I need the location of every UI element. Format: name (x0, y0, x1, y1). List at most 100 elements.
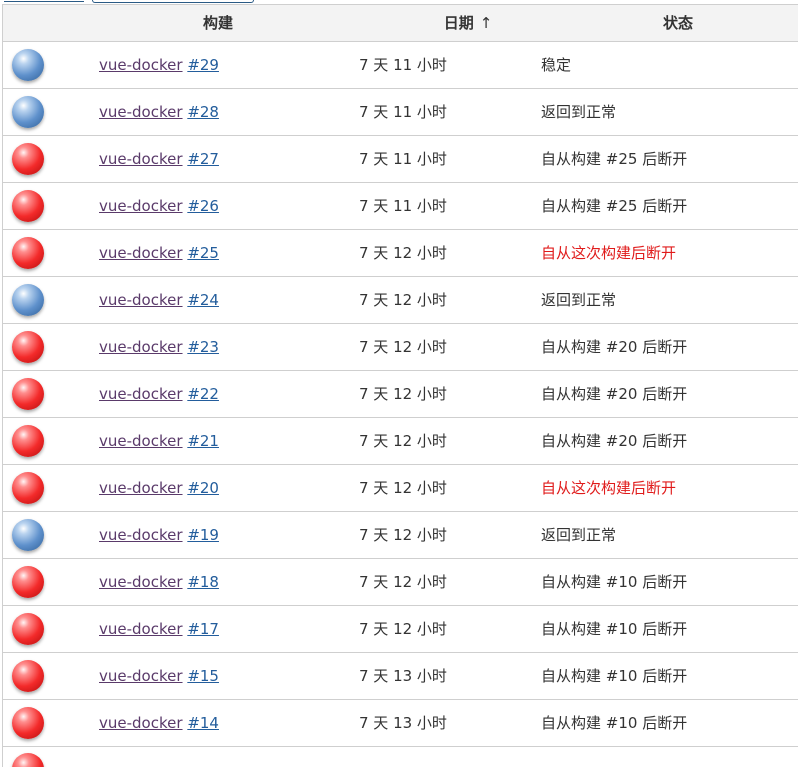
build-status-text: 返回到正常 (541, 526, 617, 544)
build-date: 7 天 12 小时 (359, 244, 447, 262)
build-status-text: 自从构建 #20 后断开 (541, 338, 688, 356)
table-row: vue-docker #15 7 天 13 小时 自从构建 #10 后断开 (3, 653, 798, 700)
table-row: vue-docker #14 7 天 13 小时 自从构建 #10 后断开 (3, 700, 798, 747)
build-number-link[interactable]: #19 (187, 526, 219, 544)
job-link[interactable]: vue-docker (99, 667, 183, 685)
build-status-ball-icon (12, 519, 44, 551)
job-link[interactable]: vue-docker (99, 432, 183, 450)
build-number-link[interactable]: #22 (187, 385, 219, 403)
build-link-cell: vue-docker #25 (99, 230, 219, 276)
build-status-text: 自从构建 #10 后断开 (541, 620, 688, 638)
build-status-ball-icon (12, 425, 44, 457)
build-number-link[interactable]: #17 (187, 620, 219, 638)
build-date: 7 天 12 小时 (359, 338, 447, 356)
build-status-text: 自从构建 #25 后断开 (541, 150, 688, 168)
build-number-link[interactable]: #23 (187, 338, 219, 356)
job-link[interactable]: vue-docker (99, 103, 183, 121)
table-row: vue-docker #29 7 天 11 小时 稳定 (3, 42, 798, 89)
header-status[interactable]: 状态 (563, 5, 793, 41)
build-link-cell: vue-docker #19 (99, 512, 219, 558)
build-status-ball-icon (12, 566, 44, 598)
table-row: vue-docker #22 7 天 12 小时 自从构建 #20 后断开 (3, 371, 798, 418)
build-status-ball-icon (12, 96, 44, 128)
build-date: 7 天 11 小时 (359, 103, 447, 121)
build-link-cell: vue-docker #21 (99, 418, 219, 464)
build-number-link[interactable]: #18 (187, 573, 219, 591)
build-status-text: 返回到正常 (541, 103, 617, 121)
build-number-link[interactable]: #27 (187, 150, 219, 168)
build-link-cell: vue-docker #24 (99, 277, 219, 323)
build-date: 7 天 13 小时 (359, 667, 447, 685)
build-number-link[interactable]: #20 (187, 479, 219, 497)
build-date: 7 天 12 小时 (359, 385, 447, 403)
top-link-right[interactable] (92, 0, 254, 3)
build-number-link[interactable]: #21 (187, 432, 219, 450)
job-link[interactable]: vue-docker (99, 620, 183, 638)
build-number-link[interactable]: #14 (187, 714, 219, 732)
job-link[interactable]: vue-docker (99, 244, 183, 262)
build-link-cell: vue-docker #14 (99, 700, 219, 746)
table-body: vue-docker #29 7 天 11 小时 稳定 vue-docker #28 7… (3, 42, 798, 747)
build-status-text: 自从构建 #10 后断开 (541, 667, 688, 685)
table-row: vue-docker #21 7 天 12 小时 自从构建 #20 后断开 (3, 418, 798, 465)
table-row: vue-docker #24 7 天 12 小时 返回到正常 (3, 277, 798, 324)
table-row: vue-docker #18 7 天 12 小时 自从构建 #10 后断开 (3, 559, 798, 606)
build-history-table: 构建 日期 ↑ 状态 vue-docker #29 7 天 11 小时 稳定 vue-d… (2, 4, 798, 767)
build-status-ball-icon (12, 237, 44, 269)
build-date: 7 天 12 小时 (359, 620, 447, 638)
build-status-text: 自从这次构建后断开 (541, 479, 677, 497)
table-row: vue-docker #19 7 天 12 小时 返回到正常 (3, 512, 798, 559)
build-date: 7 天 12 小时 (359, 573, 447, 591)
job-link[interactable]: vue-docker (99, 479, 183, 497)
build-link-cell: vue-docker #29 (99, 42, 219, 88)
table-row: vue-docker #20 7 天 12 小时 自从这次构建后断开 (3, 465, 798, 512)
build-link-cell: vue-docker #26 (99, 183, 219, 229)
job-link[interactable]: vue-docker (99, 197, 183, 215)
build-status-text: 自从构建 #20 后断开 (541, 432, 688, 450)
build-number-link[interactable]: #28 (187, 103, 219, 121)
build-status-ball-icon (12, 143, 44, 175)
table-row: vue-docker #28 7 天 11 小时 返回到正常 (3, 89, 798, 136)
build-number-link[interactable]: #25 (187, 244, 219, 262)
build-date: 7 天 11 小时 (359, 56, 447, 74)
build-status-ball-icon (12, 331, 44, 363)
build-number-link[interactable]: #15 (187, 667, 219, 685)
table-row: vue-docker #17 7 天 12 小时 自从构建 #10 后断开 (3, 606, 798, 653)
build-status-text: 自从构建 #25 后断开 (541, 197, 688, 215)
table-row-partial (3, 747, 798, 767)
build-status-ball-icon (12, 190, 44, 222)
job-link[interactable]: vue-docker (99, 714, 183, 732)
build-status-ball-icon (12, 49, 44, 81)
build-status-ball-icon (12, 378, 44, 410)
build-link-cell: vue-docker #23 (99, 324, 219, 370)
build-date: 7 天 12 小时 (359, 526, 447, 544)
build-status-text: 自从构建 #20 后断开 (541, 385, 688, 403)
build-link-cell: vue-docker #17 (99, 606, 219, 652)
build-date: 7 天 11 小时 (359, 150, 447, 168)
build-status-text: 稳定 (541, 56, 572, 74)
job-link[interactable]: vue-docker (99, 573, 183, 591)
top-link-left[interactable] (4, 0, 84, 2)
sort-ascending-icon: ↑ (479, 14, 493, 32)
job-link[interactable]: vue-docker (99, 338, 183, 356)
build-status-ball-icon (12, 472, 44, 504)
build-number-link[interactable]: #26 (187, 197, 219, 215)
table-row: vue-docker #23 7 天 12 小时 自从构建 #20 后断开 (3, 324, 798, 371)
build-date: 7 天 12 小时 (359, 432, 447, 450)
build-date: 7 天 11 小时 (359, 197, 447, 215)
build-date: 7 天 13 小时 (359, 714, 447, 732)
build-status-ball-icon (12, 753, 44, 767)
job-link[interactable]: vue-docker (99, 56, 183, 74)
build-status-text: 自从这次构建后断开 (541, 244, 677, 262)
job-link[interactable]: vue-docker (99, 291, 183, 309)
build-date: 7 天 12 小时 (359, 479, 447, 497)
build-number-link[interactable]: #29 (187, 56, 219, 74)
build-status-ball-icon (12, 660, 44, 692)
build-link-cell: vue-docker #22 (99, 371, 219, 417)
job-link[interactable]: vue-docker (99, 385, 183, 403)
job-link[interactable]: vue-docker (99, 150, 183, 168)
build-number-link[interactable]: #24 (187, 291, 219, 309)
build-status-ball-icon (12, 613, 44, 645)
table-row: vue-docker #25 7 天 12 小时 自从这次构建后断开 (3, 230, 798, 277)
job-link[interactable]: vue-docker (99, 526, 183, 544)
